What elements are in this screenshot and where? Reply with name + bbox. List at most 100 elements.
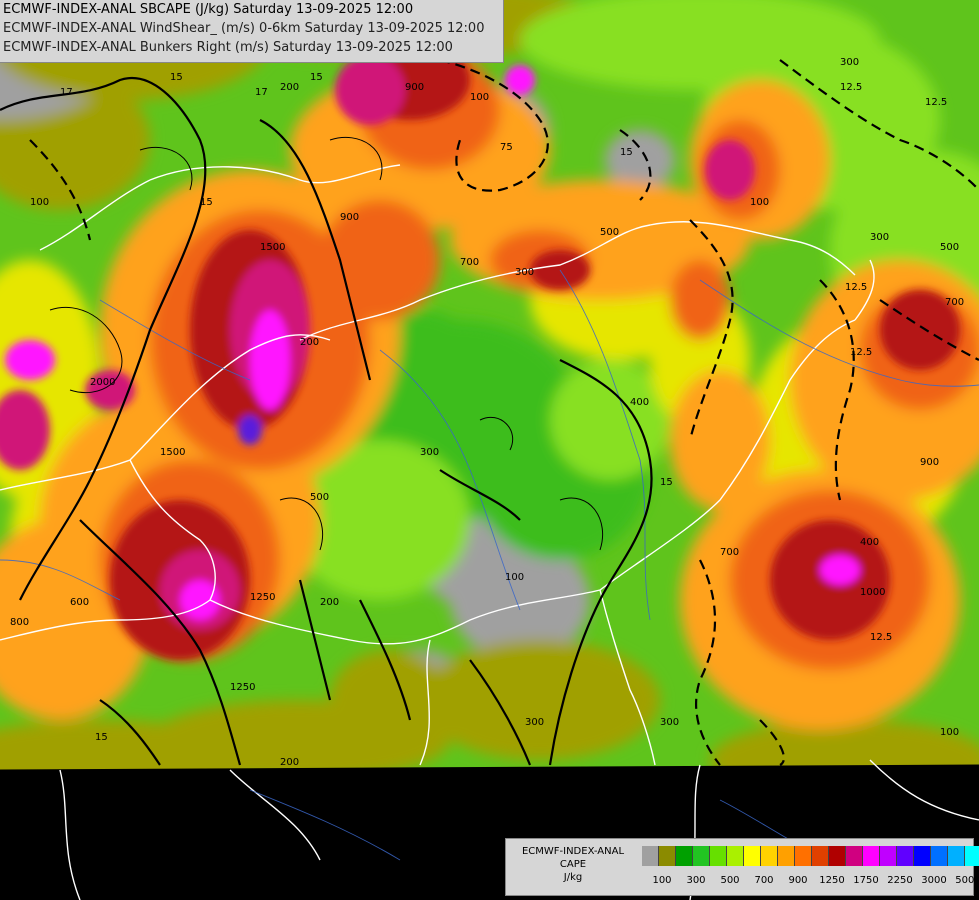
contour-label: 400 <box>860 537 879 548</box>
contour-label: 300 <box>420 447 439 458</box>
contour-label: 17 <box>60 87 73 98</box>
contour-label: 200 <box>300 337 319 348</box>
cape-region-extreme2 <box>5 340 55 380</box>
legend-swatch <box>727 846 744 866</box>
contour-label: 700 <box>720 547 739 558</box>
legend-swatch <box>931 846 948 866</box>
contour-label: 600 <box>70 597 89 608</box>
cape-region-extreme <box>335 55 405 125</box>
legend-swatch <box>897 846 914 866</box>
contour-label: 200 <box>280 757 299 768</box>
contour-label: 12.5 <box>840 82 862 93</box>
cape-region-top <box>238 415 262 445</box>
contour-label: 500 <box>310 492 329 503</box>
legend-tick-labels: 100 300 500 700 900 1250 1750 2250 3000 5000 <box>642 875 979 889</box>
cape-region-high <box>670 260 730 340</box>
contour-label: 100 <box>470 92 489 103</box>
legend-color-scale <box>642 846 979 866</box>
legend-swatch <box>659 846 676 866</box>
legend-swatch <box>744 846 761 866</box>
contour-label: 100 <box>750 197 769 208</box>
contour-label: 100 <box>940 727 959 738</box>
legend-tick-label: 100 <box>652 875 672 886</box>
contour-label: 15 <box>95 732 108 743</box>
contour-label: 12.5 <box>845 282 867 293</box>
contour-label: 300 <box>660 717 679 728</box>
legend-tick-label: 1750 <box>853 875 879 886</box>
legend-swatch <box>880 846 897 866</box>
legend-swatch <box>965 846 979 866</box>
cape-map: 17 17 15 15 12.5 12.5 200 200 100 100 100 300 300 500… <box>0 0 979 900</box>
legend-variable: CAPE <box>559 859 587 870</box>
cape-region-mid_high <box>670 370 770 510</box>
contour-label: 300 <box>870 232 889 243</box>
legend-swatch <box>846 846 863 866</box>
legend-swatch <box>914 846 931 866</box>
contour-label: 1250 <box>250 592 275 603</box>
contour-label: 75 <box>500 142 513 153</box>
legend-tick-label: 700 <box>754 875 774 886</box>
contour-label: 12.5 <box>850 347 872 358</box>
legend-tick-label: 2250 <box>887 875 913 886</box>
legend-swatch <box>693 846 710 866</box>
contour-label: 17 <box>255 87 268 98</box>
legend-swatch <box>778 846 795 866</box>
contour-label: 300 <box>840 57 859 68</box>
contour-label: 400 <box>630 397 649 408</box>
cape-region-extreme2 <box>505 65 535 95</box>
legend-tick-label: 900 <box>788 875 808 886</box>
contour-label: 900 <box>920 457 939 468</box>
title-line-sbcape: ECMWF-INDEX-ANAL SBCAPE (J/kg) Saturday … <box>3 2 414 17</box>
legend-tick-label: 300 <box>686 875 706 886</box>
contour-label: 500 <box>600 227 619 238</box>
legend-label: ECMWF-INDEX-ANAL CAPE J/kg <box>508 845 638 884</box>
legend-swatch <box>829 846 846 866</box>
contour-label: 1000 <box>860 587 885 598</box>
contour-label: 1250 <box>230 682 255 693</box>
contour-label: 15 <box>170 72 183 83</box>
contour-label: 700 <box>945 297 964 308</box>
legend-tick-label: 3000 <box>921 875 947 886</box>
cape-region-extreme2 <box>820 555 860 585</box>
cape-region-high <box>320 200 440 320</box>
contour-label: 2000 <box>90 377 115 388</box>
cape-region-extreme <box>85 370 135 410</box>
legend-tick-label: 1250 <box>819 875 845 886</box>
contour-label: 1500 <box>260 242 285 253</box>
map-title-box: ECMWF-INDEX-ANAL SBCAPE (J/kg) Saturday … <box>0 0 504 63</box>
contour-label: 500 <box>940 242 959 253</box>
contour-label: 300 <box>515 267 534 278</box>
cape-legend: ECMWF-INDEX-ANAL CAPE J/kg 100 300 500 700 9… <box>505 838 979 896</box>
contour-label: 15 <box>620 147 633 158</box>
legend-tick-label: 5000 <box>955 875 979 886</box>
contour-label: 800 <box>10 617 29 628</box>
cape-field <box>0 0 979 770</box>
title-line-bunkers: ECMWF-INDEX-ANAL Bunkers Right (m/s) Sat… <box>3 40 453 55</box>
legend-swatch <box>948 846 965 866</box>
legend-tick-label: 500 <box>720 875 740 886</box>
contour-label: 15 <box>310 72 323 83</box>
contour-label: 100 <box>30 197 49 208</box>
contour-label: 900 <box>340 212 359 223</box>
legend-swatch <box>642 846 659 866</box>
contour-label: 100 <box>505 572 524 583</box>
cape-region-extreme <box>705 140 755 200</box>
legend-swatch <box>795 846 812 866</box>
legend-unit: J/kg <box>563 872 583 883</box>
contour-label: 200 <box>320 597 339 608</box>
title-line-windshear: ECMWF-INDEX-ANAL WindShear_ (m/s) 0-6km … <box>3 21 485 36</box>
legend-swatch <box>812 846 829 866</box>
legend-model: ECMWF-INDEX-ANAL <box>521 846 625 857</box>
contour-label: 200 <box>280 82 299 93</box>
contour-label: 15 <box>660 477 673 488</box>
legend-swatch <box>710 846 727 866</box>
legend-swatch <box>676 846 693 866</box>
contour-label: 300 <box>525 717 544 728</box>
contour-label: 700 <box>460 257 479 268</box>
contour-label: 1500 <box>160 447 185 458</box>
contour-label: 12.5 <box>925 97 947 108</box>
contour-label: 15 <box>200 197 213 208</box>
legend-swatch <box>863 846 880 866</box>
contour-label: 900 <box>405 82 424 93</box>
cape-region-very_low <box>420 640 660 760</box>
